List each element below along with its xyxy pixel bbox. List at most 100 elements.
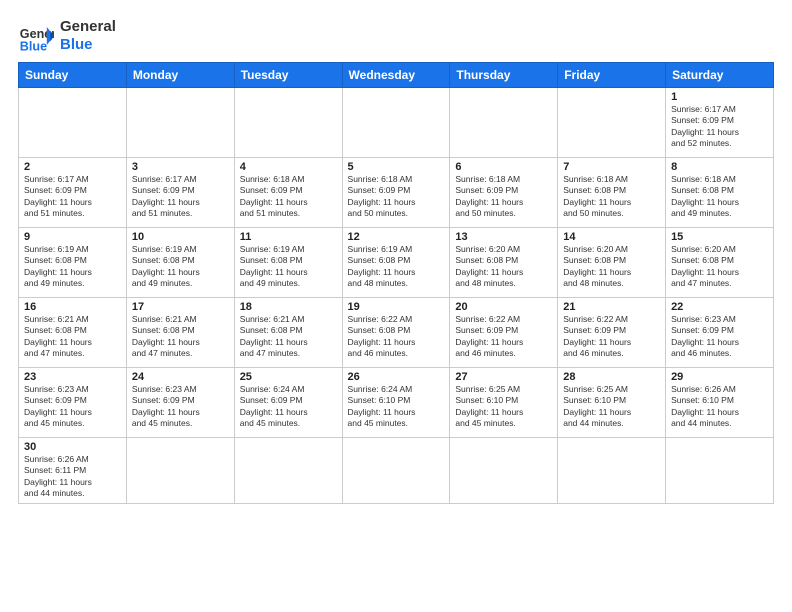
day-number: 22 bbox=[671, 301, 768, 313]
calendar-cell: 10Sunrise: 6:19 AM Sunset: 6:08 PM Dayli… bbox=[126, 228, 234, 298]
calendar-cell: 7Sunrise: 6:18 AM Sunset: 6:08 PM Daylig… bbox=[558, 158, 666, 228]
day-info: Sunrise: 6:23 AM Sunset: 6:09 PM Dayligh… bbox=[24, 384, 121, 430]
day-info: Sunrise: 6:26 AM Sunset: 6:10 PM Dayligh… bbox=[671, 384, 768, 430]
day-info: Sunrise: 6:19 AM Sunset: 6:08 PM Dayligh… bbox=[348, 244, 445, 290]
col-wednesday: Wednesday bbox=[342, 63, 450, 88]
calendar-week-row: 1Sunrise: 6:17 AM Sunset: 6:09 PM Daylig… bbox=[19, 88, 774, 158]
logo-icon: General Blue bbox=[18, 18, 54, 54]
day-info: Sunrise: 6:19 AM Sunset: 6:08 PM Dayligh… bbox=[132, 244, 229, 290]
day-number: 12 bbox=[348, 231, 445, 243]
calendar-cell: 21Sunrise: 6:22 AM Sunset: 6:09 PM Dayli… bbox=[558, 298, 666, 368]
calendar-cell bbox=[558, 438, 666, 504]
day-info: Sunrise: 6:22 AM Sunset: 6:08 PM Dayligh… bbox=[348, 314, 445, 360]
calendar-cell: 20Sunrise: 6:22 AM Sunset: 6:09 PM Dayli… bbox=[450, 298, 558, 368]
day-number: 17 bbox=[132, 301, 229, 313]
day-info: Sunrise: 6:17 AM Sunset: 6:09 PM Dayligh… bbox=[132, 174, 229, 220]
day-info: Sunrise: 6:21 AM Sunset: 6:08 PM Dayligh… bbox=[132, 314, 229, 360]
col-monday: Monday bbox=[126, 63, 234, 88]
calendar-cell: 28Sunrise: 6:25 AM Sunset: 6:10 PM Dayli… bbox=[558, 368, 666, 438]
day-info: Sunrise: 6:22 AM Sunset: 6:09 PM Dayligh… bbox=[455, 314, 552, 360]
calendar-cell bbox=[126, 88, 234, 158]
calendar-cell: 24Sunrise: 6:23 AM Sunset: 6:09 PM Dayli… bbox=[126, 368, 234, 438]
day-info: Sunrise: 6:17 AM Sunset: 6:09 PM Dayligh… bbox=[671, 104, 768, 150]
day-number: 24 bbox=[132, 371, 229, 383]
day-number: 8 bbox=[671, 161, 768, 173]
col-thursday: Thursday bbox=[450, 63, 558, 88]
calendar-cell: 26Sunrise: 6:24 AM Sunset: 6:10 PM Dayli… bbox=[342, 368, 450, 438]
col-friday: Friday bbox=[558, 63, 666, 88]
calendar-cell: 8Sunrise: 6:18 AM Sunset: 6:08 PM Daylig… bbox=[666, 158, 774, 228]
day-number: 16 bbox=[24, 301, 121, 313]
calendar-cell: 9Sunrise: 6:19 AM Sunset: 6:08 PM Daylig… bbox=[19, 228, 127, 298]
day-number: 29 bbox=[671, 371, 768, 383]
calendar-cell: 1Sunrise: 6:17 AM Sunset: 6:09 PM Daylig… bbox=[666, 88, 774, 158]
calendar-cell: 25Sunrise: 6:24 AM Sunset: 6:09 PM Dayli… bbox=[234, 368, 342, 438]
calendar-cell: 16Sunrise: 6:21 AM Sunset: 6:08 PM Dayli… bbox=[19, 298, 127, 368]
day-number: 7 bbox=[563, 161, 660, 173]
day-info: Sunrise: 6:18 AM Sunset: 6:09 PM Dayligh… bbox=[240, 174, 337, 220]
day-number: 1 bbox=[671, 91, 768, 103]
header: General Blue General Blue bbox=[18, 18, 774, 54]
day-info: Sunrise: 6:21 AM Sunset: 6:08 PM Dayligh… bbox=[240, 314, 337, 360]
calendar-cell: 22Sunrise: 6:23 AM Sunset: 6:09 PM Dayli… bbox=[666, 298, 774, 368]
day-number: 13 bbox=[455, 231, 552, 243]
calendar-cell bbox=[450, 88, 558, 158]
svg-text:Blue: Blue bbox=[20, 39, 47, 53]
day-info: Sunrise: 6:23 AM Sunset: 6:09 PM Dayligh… bbox=[671, 314, 768, 360]
calendar-cell: 23Sunrise: 6:23 AM Sunset: 6:09 PM Dayli… bbox=[19, 368, 127, 438]
day-number: 18 bbox=[240, 301, 337, 313]
day-number: 25 bbox=[240, 371, 337, 383]
col-saturday: Saturday bbox=[666, 63, 774, 88]
calendar-cell: 12Sunrise: 6:19 AM Sunset: 6:08 PM Dayli… bbox=[342, 228, 450, 298]
day-info: Sunrise: 6:20 AM Sunset: 6:08 PM Dayligh… bbox=[563, 244, 660, 290]
day-number: 5 bbox=[348, 161, 445, 173]
day-info: Sunrise: 6:18 AM Sunset: 6:08 PM Dayligh… bbox=[563, 174, 660, 220]
calendar: Sunday Monday Tuesday Wednesday Thursday… bbox=[18, 62, 774, 504]
day-number: 26 bbox=[348, 371, 445, 383]
day-info: Sunrise: 6:24 AM Sunset: 6:10 PM Dayligh… bbox=[348, 384, 445, 430]
day-number: 19 bbox=[348, 301, 445, 313]
day-number: 14 bbox=[563, 231, 660, 243]
day-info: Sunrise: 6:20 AM Sunset: 6:08 PM Dayligh… bbox=[455, 244, 552, 290]
day-number: 28 bbox=[563, 371, 660, 383]
day-info: Sunrise: 6:19 AM Sunset: 6:08 PM Dayligh… bbox=[24, 244, 121, 290]
day-number: 20 bbox=[455, 301, 552, 313]
day-number: 11 bbox=[240, 231, 337, 243]
day-info: Sunrise: 6:24 AM Sunset: 6:09 PM Dayligh… bbox=[240, 384, 337, 430]
day-info: Sunrise: 6:19 AM Sunset: 6:08 PM Dayligh… bbox=[240, 244, 337, 290]
day-number: 27 bbox=[455, 371, 552, 383]
col-sunday: Sunday bbox=[19, 63, 127, 88]
day-info: Sunrise: 6:21 AM Sunset: 6:08 PM Dayligh… bbox=[24, 314, 121, 360]
day-info: Sunrise: 6:25 AM Sunset: 6:10 PM Dayligh… bbox=[563, 384, 660, 430]
day-info: Sunrise: 6:25 AM Sunset: 6:10 PM Dayligh… bbox=[455, 384, 552, 430]
day-info: Sunrise: 6:17 AM Sunset: 6:09 PM Dayligh… bbox=[24, 174, 121, 220]
calendar-cell bbox=[234, 438, 342, 504]
calendar-cell: 27Sunrise: 6:25 AM Sunset: 6:10 PM Dayli… bbox=[450, 368, 558, 438]
day-info: Sunrise: 6:23 AM Sunset: 6:09 PM Dayligh… bbox=[132, 384, 229, 430]
calendar-week-row: 30Sunrise: 6:26 AM Sunset: 6:11 PM Dayli… bbox=[19, 438, 774, 504]
calendar-cell bbox=[234, 88, 342, 158]
day-info: Sunrise: 6:18 AM Sunset: 6:09 PM Dayligh… bbox=[348, 174, 445, 220]
calendar-cell: 5Sunrise: 6:18 AM Sunset: 6:09 PM Daylig… bbox=[342, 158, 450, 228]
calendar-cell bbox=[666, 438, 774, 504]
calendar-cell: 13Sunrise: 6:20 AM Sunset: 6:08 PM Dayli… bbox=[450, 228, 558, 298]
calendar-week-row: 2Sunrise: 6:17 AM Sunset: 6:09 PM Daylig… bbox=[19, 158, 774, 228]
day-number: 10 bbox=[132, 231, 229, 243]
calendar-cell: 29Sunrise: 6:26 AM Sunset: 6:10 PM Dayli… bbox=[666, 368, 774, 438]
calendar-cell: 3Sunrise: 6:17 AM Sunset: 6:09 PM Daylig… bbox=[126, 158, 234, 228]
calendar-week-row: 9Sunrise: 6:19 AM Sunset: 6:08 PM Daylig… bbox=[19, 228, 774, 298]
day-number: 4 bbox=[240, 161, 337, 173]
day-number: 2 bbox=[24, 161, 121, 173]
logo-general-text: General bbox=[60, 18, 116, 36]
calendar-header-row: Sunday Monday Tuesday Wednesday Thursday… bbox=[19, 63, 774, 88]
calendar-cell: 11Sunrise: 6:19 AM Sunset: 6:08 PM Dayli… bbox=[234, 228, 342, 298]
calendar-cell bbox=[342, 438, 450, 504]
day-number: 6 bbox=[455, 161, 552, 173]
logo: General Blue General Blue bbox=[18, 18, 116, 54]
day-number: 9 bbox=[24, 231, 121, 243]
calendar-cell: 6Sunrise: 6:18 AM Sunset: 6:09 PM Daylig… bbox=[450, 158, 558, 228]
col-tuesday: Tuesday bbox=[234, 63, 342, 88]
calendar-cell bbox=[342, 88, 450, 158]
calendar-cell: 2Sunrise: 6:17 AM Sunset: 6:09 PM Daylig… bbox=[19, 158, 127, 228]
calendar-cell: 19Sunrise: 6:22 AM Sunset: 6:08 PM Dayli… bbox=[342, 298, 450, 368]
